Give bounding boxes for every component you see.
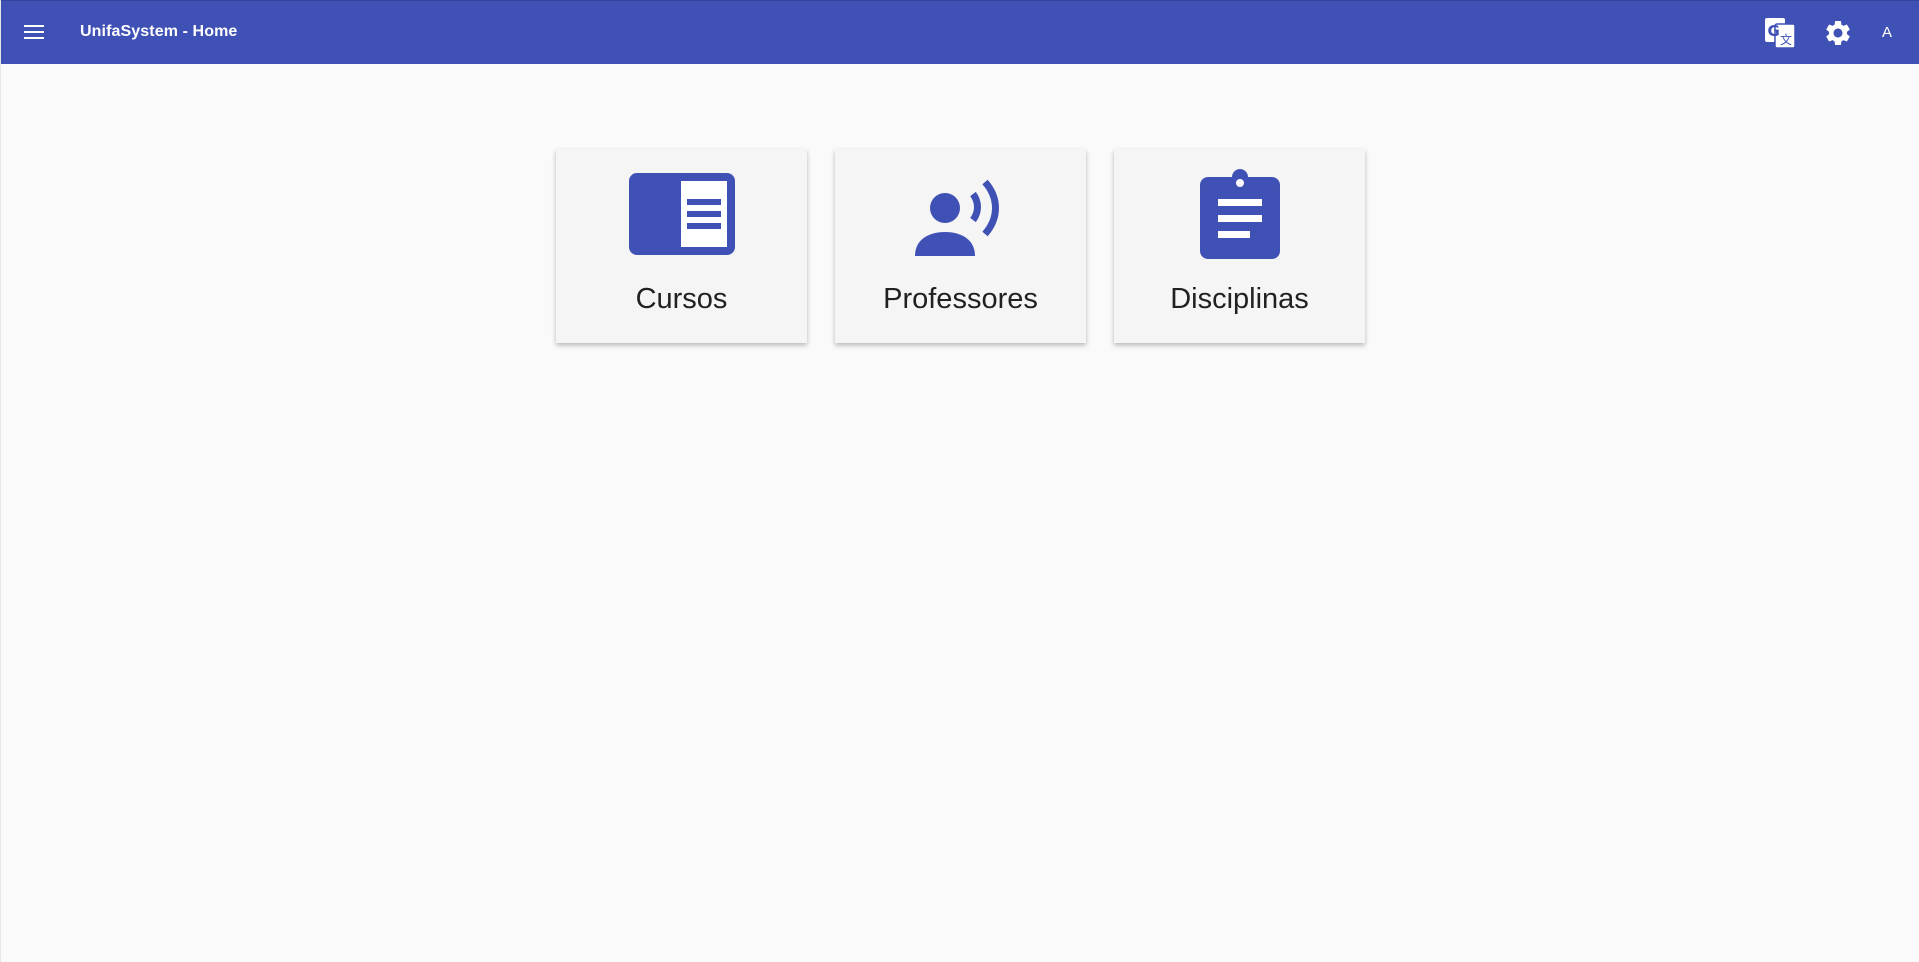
top-toolbar: UnifaSystem - Home G 文 A: [1, 0, 1919, 64]
card-label-disciplinas: Disciplinas: [1170, 283, 1309, 315]
chrome-reader-mode-icon: [622, 169, 742, 259]
card-label-professores: Professores: [883, 283, 1038, 315]
translate-icon: G 文: [1765, 18, 1796, 49]
record-voice-over-icon: [901, 169, 1021, 259]
translate-button[interactable]: G 文: [1761, 14, 1799, 52]
svg-text:文: 文: [1780, 32, 1792, 47]
svg-text:G: G: [1768, 22, 1780, 40]
user-avatar-button[interactable]: A: [1874, 19, 1900, 47]
card-cursos[interactable]: Cursos: [556, 149, 807, 343]
card-label-cursos: Cursos: [635, 283, 728, 315]
page-title: UnifaSystem - Home: [80, 23, 238, 40]
assignment-icon: [1180, 169, 1300, 259]
settings-button[interactable]: [1819, 14, 1857, 52]
home-cards: Cursos Professores Disciplinas: [556, 149, 1365, 343]
card-disciplinas[interactable]: Disciplinas: [1114, 149, 1365, 343]
card-professores[interactable]: Professores: [835, 149, 1086, 343]
app-root: UnifaSystem - Home G 文 A Cursos Professo…: [0, 0, 1919, 962]
menu-button[interactable]: [15, 13, 53, 51]
menu-icon: [24, 25, 44, 39]
settings-icon: [1826, 20, 1850, 45]
